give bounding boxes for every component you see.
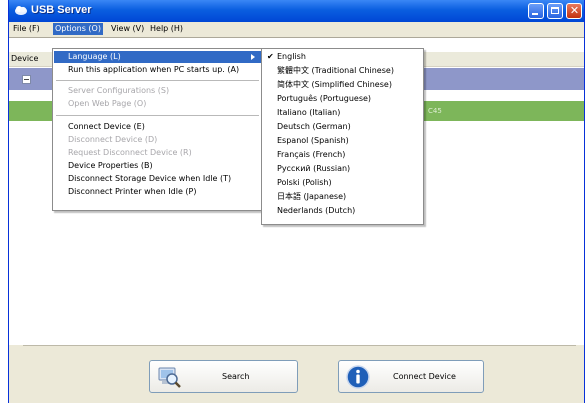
menu-item-server-configurations: Server Configurations (S) <box>68 86 170 95</box>
close-button[interactable]: ✕ <box>566 3 582 19</box>
usb-cloud-icon <box>15 6 27 15</box>
close-icon: ✕ <box>569 4 580 17</box>
column-device-header[interactable]: Device <box>11 54 38 63</box>
menu-file[interactable]: File (F) <box>11 23 42 35</box>
menu-bar: File (F) Options (O) View (V) Help (H) <box>9 22 584 36</box>
menu-separator <box>56 115 259 116</box>
menu-options[interactable]: Options (O) <box>53 23 103 35</box>
search-button[interactable]: Search <box>149 360 298 393</box>
menu-separator <box>56 80 259 81</box>
window-title: USB Server <box>31 4 92 16</box>
language-item-label: English <box>277 52 306 61</box>
collapse-icon[interactable] <box>22 75 31 84</box>
info-icon <box>346 365 370 389</box>
language-item-german[interactable]: Deutsch (German) <box>263 121 422 133</box>
maximize-icon <box>551 7 559 14</box>
menu-item-connect-device[interactable]: Connect Device (E) <box>54 121 261 133</box>
menu-help[interactable]: Help (H) <box>148 23 185 35</box>
maximize-button[interactable] <box>547 3 563 19</box>
language-item-dutch[interactable]: Nederlands (Dutch) <box>263 205 422 217</box>
minimize-button[interactable] <box>528 3 544 19</box>
separator-line <box>23 345 576 346</box>
language-item-simplified-chinese[interactable]: 简体中文 (Simplified Chinese) <box>263 79 422 91</box>
title-bar[interactable]: USB Server ✕ <box>9 0 584 22</box>
search-button-label: Search <box>222 372 250 381</box>
language-item-english[interactable]: ✔ English <box>263 51 422 63</box>
options-menu: Language (L) Run this application when P… <box>52 48 263 211</box>
language-item-polish[interactable]: Polski (Polish) <box>263 177 422 189</box>
connect-device-button[interactable]: Connect Device <box>338 360 484 393</box>
connect-device-button-label: Connect Device <box>393 372 456 381</box>
menu-item-language[interactable]: Language (L) <box>54 51 261 63</box>
menu-item-language-label: Language (L) <box>68 52 121 61</box>
menu-item-disconnect-storage-idle[interactable]: Disconnect Storage Device when Idle (T) <box>54 173 261 185</box>
language-item-french[interactable]: Français (French) <box>263 149 422 161</box>
menu-view[interactable]: View (V) <box>109 23 146 35</box>
menu-item-disconnect-device: Disconnect Device (D) <box>68 135 158 144</box>
submenu-arrow-icon <box>251 54 255 60</box>
menu-item-device-properties[interactable]: Device Properties (B) <box>54 160 261 172</box>
checkmark-icon: ✔ <box>267 52 274 61</box>
language-item-spanish[interactable]: Espanol (Spanish) <box>263 135 422 147</box>
minimize-icon <box>532 13 538 15</box>
language-item-portuguese[interactable]: Português (Portuguese) <box>263 93 422 105</box>
menu-item-run-at-startup[interactable]: Run this application when PC starts up. … <box>54 64 261 76</box>
device-row-text: C45 <box>428 107 442 115</box>
menu-item-open-web-page: Open Web Page (O) <box>68 99 147 108</box>
language-item-russian[interactable]: Русский (Russian) <box>263 163 422 175</box>
menu-item-request-disconnect: Request Disconnect Device (R) <box>68 148 192 157</box>
language-item-traditional-chinese[interactable]: 繁體中文 (Traditional Chinese) <box>263 65 422 77</box>
language-submenu: ✔ English 繁體中文 (Traditional Chinese) 简体中… <box>261 48 424 225</box>
language-item-italian[interactable]: Italiano (Italian) <box>263 107 422 119</box>
menu-item-disconnect-printer-idle[interactable]: Disconnect Printer when Idle (P) <box>54 186 261 198</box>
language-item-japanese[interactable]: 日本語 (Japanese) <box>263 191 422 203</box>
magnifier-computer-icon <box>158 367 181 388</box>
